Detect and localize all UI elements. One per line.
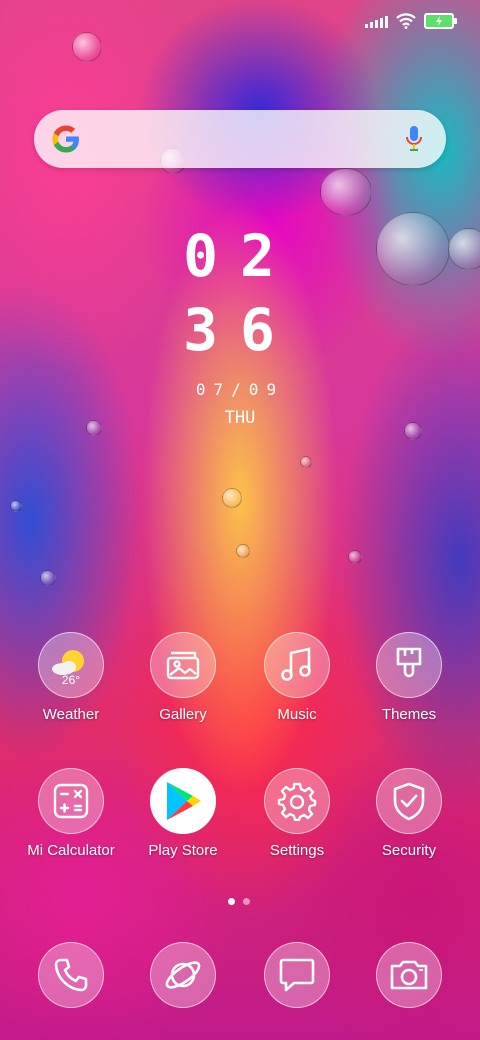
bubble-decoration bbox=[348, 550, 362, 564]
app-music[interactable]: Music bbox=[242, 632, 352, 723]
messages-icon bbox=[264, 942, 330, 1008]
bubble-decoration bbox=[72, 32, 102, 62]
google-logo bbox=[52, 125, 79, 153]
page-dot-active[interactable] bbox=[228, 898, 235, 905]
bubble-decoration bbox=[10, 500, 22, 512]
app-label: Settings bbox=[269, 842, 325, 859]
app-gallery[interactable]: Gallery bbox=[128, 632, 238, 723]
app-weather[interactable]: 26° Weather bbox=[16, 632, 126, 723]
dock-browser[interactable] bbox=[128, 942, 238, 1008]
camera-icon bbox=[376, 942, 442, 1008]
weather-temperature: 26° bbox=[61, 673, 81, 687]
status-bar bbox=[365, 10, 457, 32]
battery-charging-icon bbox=[424, 13, 457, 29]
gallery-icon bbox=[150, 632, 216, 698]
page-dot[interactable] bbox=[243, 898, 250, 905]
weather-icon: 26° bbox=[38, 632, 104, 698]
music-icon bbox=[264, 632, 330, 698]
app-settings[interactable]: Settings bbox=[242, 768, 352, 859]
settings-icon bbox=[264, 768, 330, 834]
app-label: Themes bbox=[381, 706, 437, 723]
clock-date: 07/09 bbox=[195, 380, 285, 399]
app-label: Weather bbox=[42, 706, 100, 723]
app-label: Gallery bbox=[159, 706, 207, 723]
signal-icon bbox=[365, 14, 388, 28]
bubble-decoration bbox=[40, 570, 56, 586]
google-search-bar[interactable] bbox=[34, 110, 446, 168]
app-themes[interactable]: Themes bbox=[354, 632, 464, 723]
clock-minute[interactable]: 36 bbox=[0, 296, 480, 364]
wifi-icon bbox=[396, 13, 416, 29]
dock-messages[interactable] bbox=[242, 942, 352, 1008]
app-label: Mi Calculator bbox=[27, 842, 115, 859]
themes-icon bbox=[376, 632, 442, 698]
app-label: Security bbox=[381, 842, 437, 859]
play-store-icon bbox=[150, 768, 216, 834]
clock-hour[interactable]: 02 bbox=[0, 222, 480, 290]
app-mi-calculator[interactable]: Mi Calculator bbox=[16, 768, 126, 859]
app-play-store[interactable]: Play Store bbox=[128, 768, 238, 859]
page-indicator bbox=[228, 898, 250, 905]
bubble-decoration bbox=[222, 488, 242, 508]
app-label: Play Store bbox=[148, 842, 218, 859]
app-security[interactable]: Security bbox=[354, 768, 464, 859]
app-label: Music bbox=[277, 706, 317, 723]
browser-icon bbox=[150, 942, 216, 1008]
phone-icon bbox=[38, 942, 104, 1008]
calculator-icon bbox=[38, 768, 104, 834]
dock-camera[interactable] bbox=[354, 942, 464, 1008]
bubble-decoration bbox=[320, 168, 372, 216]
bubble-decoration bbox=[300, 456, 312, 468]
bubble-decoration bbox=[236, 544, 250, 558]
security-icon bbox=[376, 768, 442, 834]
clock-day: THU bbox=[224, 408, 256, 428]
microphone-icon[interactable] bbox=[404, 125, 424, 153]
dock-phone[interactable] bbox=[16, 942, 126, 1008]
